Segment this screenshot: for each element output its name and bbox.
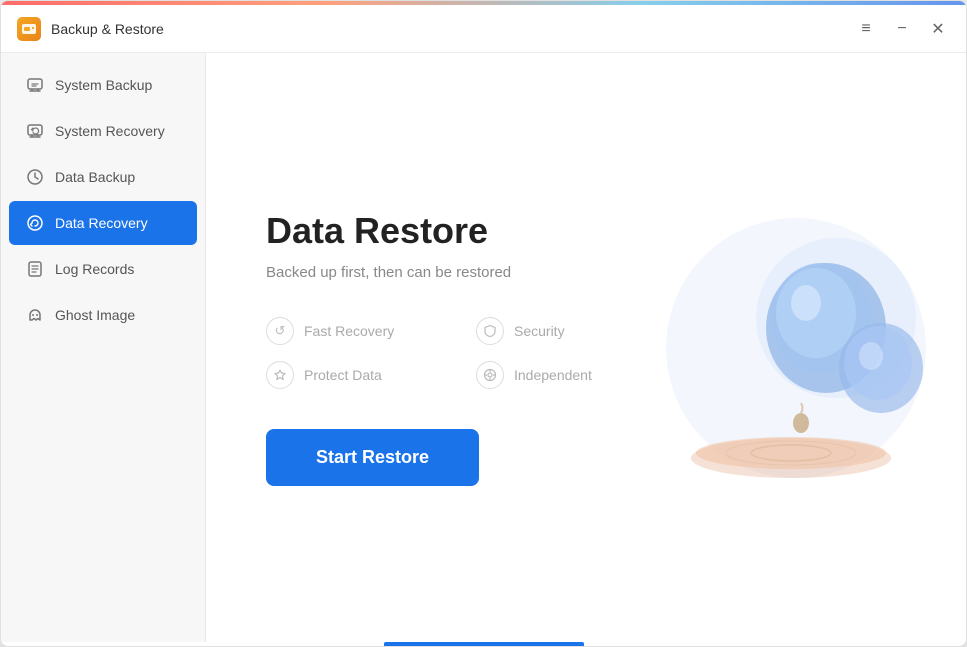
close-button[interactable]: ✕: [926, 17, 950, 41]
title-bar: Backup & Restore ≡ − ✕: [1, 5, 966, 53]
content-area: Data Restore Backed up first, then can b…: [206, 53, 966, 642]
sidebar-label-data-recovery: Data Recovery: [55, 215, 148, 231]
sidebar-item-data-recovery[interactable]: Data Recovery: [9, 201, 197, 245]
sidebar-item-ghost-image[interactable]: Ghost Image: [9, 293, 197, 337]
feature-security-label: Security: [514, 323, 565, 339]
sidebar-item-log-records[interactable]: Log Records: [9, 247, 197, 291]
feature-protect-data-label: Protect Data: [304, 367, 382, 383]
start-restore-button[interactable]: Start Restore: [266, 429, 479, 486]
data-backup-icon: [25, 167, 45, 187]
feature-fast-recovery: ↺ Fast Recovery: [266, 317, 436, 345]
menu-button[interactable]: ≡: [854, 17, 878, 41]
app-title: Backup & Restore: [51, 21, 164, 37]
page-title: Data Restore: [266, 210, 906, 252]
window-controls: ≡ − ✕: [854, 17, 950, 41]
ghost-image-icon: [25, 305, 45, 325]
data-recovery-icon: [25, 213, 45, 233]
sidebar-label-system-recovery: System Recovery: [55, 123, 165, 139]
app-icon: [17, 17, 41, 41]
sidebar-label-log-records: Log Records: [55, 261, 134, 277]
fast-recovery-icon: ↺: [266, 317, 294, 345]
sidebar-item-system-recovery[interactable]: System Recovery: [9, 109, 197, 153]
sidebar-item-data-backup[interactable]: Data Backup: [9, 155, 197, 199]
content-left: Data Restore Backed up first, then can b…: [266, 210, 906, 486]
protect-data-icon: [266, 361, 294, 389]
feature-security: Security: [476, 317, 646, 345]
bottom-indicator-bar: [384, 642, 584, 646]
sidebar-label-system-backup: System Backup: [55, 77, 152, 93]
security-icon: [476, 317, 504, 345]
minimize-button[interactable]: −: [890, 17, 914, 41]
page-subtitle: Backed up first, then can be restored: [266, 264, 906, 281]
features-grid: ↺ Fast Recovery Security: [266, 317, 646, 389]
system-backup-icon: [25, 75, 45, 95]
main-layout: System Backup System Recovery: [1, 53, 966, 642]
sidebar-item-system-backup[interactable]: System Backup: [9, 63, 197, 107]
system-recovery-icon: [25, 121, 45, 141]
sidebar-label-ghost-image: Ghost Image: [55, 307, 135, 323]
feature-independent-label: Independent: [514, 367, 592, 383]
independent-icon: [476, 361, 504, 389]
feature-fast-recovery-label: Fast Recovery: [304, 323, 394, 339]
app-window: Backup & Restore ≡ − ✕ System Backup: [0, 0, 967, 647]
sidebar: System Backup System Recovery: [1, 53, 206, 642]
feature-independent: Independent: [476, 361, 646, 389]
sidebar-label-data-backup: Data Backup: [55, 169, 135, 185]
feature-protect-data: Protect Data: [266, 361, 436, 389]
log-records-icon: [25, 259, 45, 279]
